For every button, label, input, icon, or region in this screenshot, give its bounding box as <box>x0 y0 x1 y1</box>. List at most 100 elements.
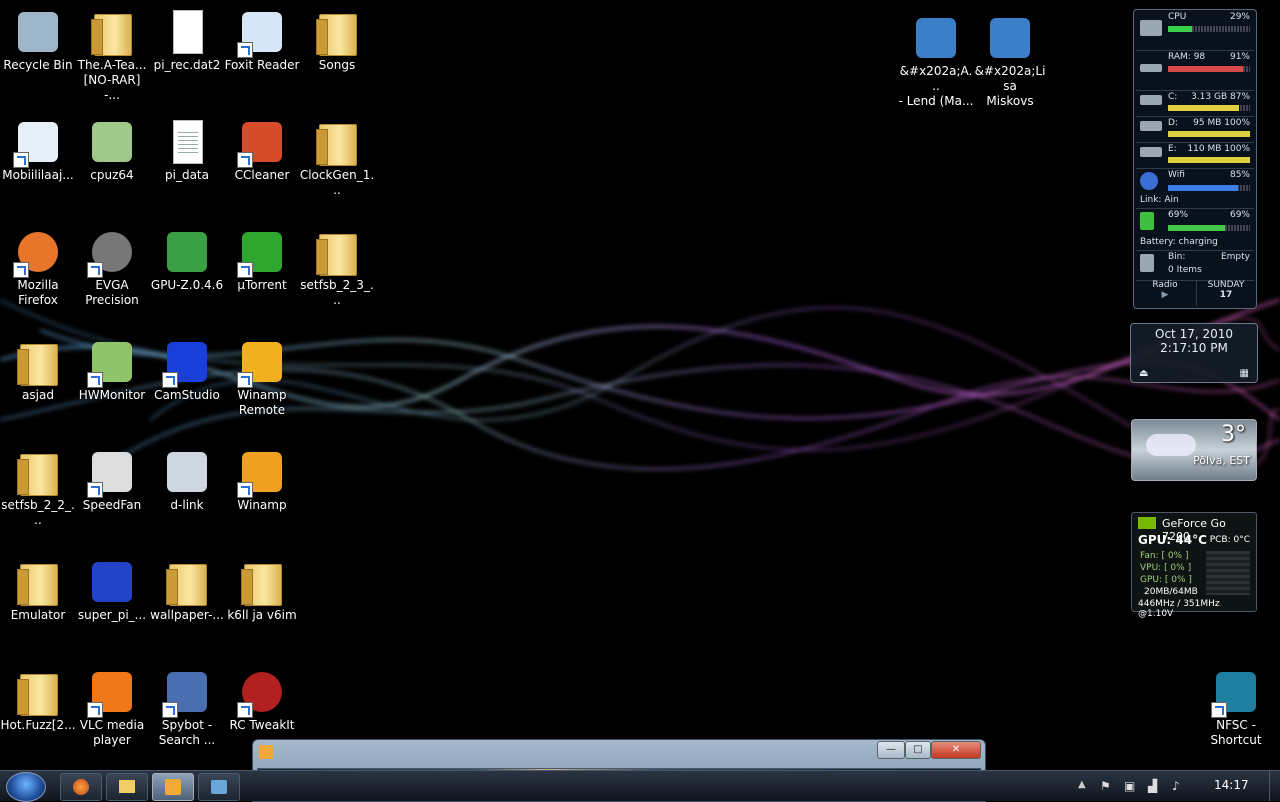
desktop-icon[interactable]: Hot.Fuzz[2... <box>0 668 76 733</box>
shortcut-arrow-icon <box>237 152 253 168</box>
desktop-icon[interactable]: d-link <box>149 448 225 513</box>
cpu-meter-fill <box>1168 26 1192 32</box>
desktop-icon[interactable]: cpuz64 <box>74 118 150 183</box>
modem-icon <box>13 118 62 168</box>
desktop-icon-label: The.A-Tea... [NO-RAR] -... <box>77 58 147 102</box>
desktop-icon[interactable]: Winamp Remote <box>224 338 300 418</box>
desktop-icon[interactable]: &#x202a;A... - Lend (Ma... <box>898 14 974 109</box>
volume-icon[interactable]: ♪ <box>1172 779 1186 793</box>
weather-gadget[interactable]: 3° Põlva, EST <box>1131 419 1257 481</box>
ram-value: 91% <box>1229 52 1250 62</box>
desktop-icon[interactable]: wallpaper-... <box>149 558 225 623</box>
desktop-icon[interactable]: Recycle Bin <box>0 8 76 73</box>
desktop-icon[interactable]: setfsb_2_2_... <box>0 448 76 528</box>
desktop-icon[interactable]: super_pi_... <box>74 558 150 623</box>
desktop-icon[interactable]: SpeedFan <box>74 448 150 513</box>
cpuz-icon <box>88 118 136 166</box>
show-desktop-button[interactable] <box>1269 771 1280 801</box>
desktop-icon-label: Winamp <box>237 498 287 512</box>
desktop-icon-label: Emulator <box>10 608 66 622</box>
battery-status: Battery: charging <box>1140 237 1218 247</box>
folder-icon <box>14 668 62 716</box>
gpu-clocks: 446MHz / 351MHz @1.10V <box>1138 599 1220 619</box>
system-monitor-gadget[interactable]: CPU 29% RAM: 98 91% C: 3.13 GB 87% D: 95… <box>1133 9 1257 309</box>
alarm-icon[interactable]: ⏏ <box>1139 368 1148 379</box>
shortcut-arrow-icon <box>87 482 103 498</box>
desktop-icon[interactable]: CamStudio <box>149 338 225 403</box>
desktop-icon[interactable]: Emulator <box>0 558 76 623</box>
battery-meter-bar <box>1168 225 1250 231</box>
taskbar: ▲ ⚑ ▣ ▟ ♪ 14:17 <box>0 770 1280 802</box>
bin-meter[interactable]: Bin: Empty 0 Items <box>1136 250 1254 281</box>
radio-button[interactable]: Radio ▶ <box>1136 280 1194 306</box>
folder-icon <box>119 780 135 793</box>
minimize-button[interactable]: — <box>877 741 905 759</box>
maximize-button[interactable]: □ <box>905 741 931 759</box>
battery-tray-icon[interactable]: ▣ <box>1124 779 1138 793</box>
close-button[interactable]: ✕ <box>931 741 981 759</box>
desktop-icon[interactable]: Winamp <box>224 448 300 513</box>
desktop-icon[interactable]: Mozilla Firefox <box>0 228 76 308</box>
desktop-icon-label: GPU-Z.0.4.6 <box>150 278 224 292</box>
wifi-meter-bar <box>1168 185 1250 191</box>
desktop-icon[interactable]: µTorrent <box>224 228 300 293</box>
desktop-icon[interactable]: HWMonitor <box>74 338 150 403</box>
desktop-icon[interactable]: k6ll ja v6im <box>224 558 300 623</box>
desktop-icon[interactable]: NFSC - Shortcut <box>1198 668 1274 748</box>
desktop-icon[interactable]: pi_data <box>149 118 225 183</box>
taskbar-media-player-button[interactable] <box>152 773 194 801</box>
desktop-icon[interactable]: setfsb_2_3_... <box>299 228 375 308</box>
folder-icon <box>313 8 361 56</box>
desktop-icon[interactable]: RC TweakIt <box>224 668 300 733</box>
desktop-icon[interactable]: Spybot - Search ... <box>149 668 225 748</box>
rc-tweakit-icon <box>237 668 286 718</box>
desktop-icon[interactable]: The.A-Tea... [NO-RAR] -... <box>74 8 150 103</box>
winamp-remote-icon <box>237 338 286 388</box>
shortcut-arrow-icon <box>237 702 253 718</box>
desktop-icon-label: HWMonitor <box>78 388 146 402</box>
desktop-icon[interactable]: EVGA Precision <box>74 228 150 308</box>
desktop-icon[interactable]: Mobiililaaj... <box>0 118 76 183</box>
recycle-bin-icon <box>14 8 62 56</box>
desktop-icon[interactable]: asjad <box>0 338 76 403</box>
desktop-icon[interactable]: GPU-Z.0.4.6 <box>149 228 225 293</box>
wifi-signal-icon[interactable]: ▟ <box>1148 779 1162 793</box>
desktop-icon-label: VLC media player <box>79 718 145 747</box>
weather-temperature: 3° <box>1221 422 1246 447</box>
desktop-icon[interactable]: &#x202a;Lisa Miskovs <box>972 14 1048 109</box>
drive-e-value: 110 MB 100% <box>1187 144 1250 154</box>
show-hidden-icons-icon[interactable]: ▲ <box>1078 779 1092 793</box>
firefox-icon <box>13 228 62 278</box>
taskbar-firefox-button[interactable] <box>60 773 102 801</box>
text-file-icon <box>163 118 211 166</box>
bin-label: Bin: <box>1168 252 1186 262</box>
desktop-icon[interactable]: CCleaner <box>224 118 300 183</box>
desktop-icon-label: Mobiililaaj... <box>2 168 74 182</box>
taskbar-clock[interactable]: 14:17 <box>1214 778 1249 792</box>
desktop-icon[interactable]: VLC media player <box>74 668 150 748</box>
desktop-icon[interactable]: ClockGen_1... <box>299 118 375 198</box>
start-button[interactable] <box>6 772 46 802</box>
desktop-icon[interactable]: Songs <box>299 8 375 73</box>
drive-icon <box>1140 147 1162 157</box>
desktop-icon-label: super_pi_... <box>77 608 147 622</box>
clock-gadget[interactable]: Oct 17, 2010 2:17:10 PM ⏏ ▦ <box>1130 323 1258 383</box>
wifi-label: Wifi <box>1168 170 1185 180</box>
desktop-icon-label: RC TweakIt <box>229 718 295 732</box>
pcb-temperature: PCB: 0°C <box>1209 535 1250 545</box>
folder-icon <box>313 228 361 276</box>
shortcut-arrow-icon <box>162 702 178 718</box>
desktop-icon[interactable]: pi_rec.dat2 <box>149 8 225 73</box>
calendar-icon[interactable]: ▦ <box>1240 368 1249 379</box>
gpu-temperature: GPU: 44°C <box>1138 533 1207 547</box>
gpu-monitor-gadget[interactable]: GeForce Go 7200 GPU: 44°C PCB: 0°C Fan: … <box>1131 512 1257 619</box>
taskbar-explorer-button[interactable] <box>106 773 148 801</box>
desktop-icon-label: k6ll ja v6im <box>227 608 297 622</box>
desktop-icon-label: µTorrent <box>237 278 287 292</box>
desktop-icon[interactable]: Foxit Reader <box>224 8 300 73</box>
taskbar-network-button[interactable] <box>198 773 240 801</box>
action-center-flag-icon[interactable]: ⚑ <box>1100 779 1114 793</box>
shortcut-arrow-icon <box>237 482 253 498</box>
folder-icon <box>313 118 361 166</box>
shortcut-arrow-icon <box>1211 702 1227 718</box>
